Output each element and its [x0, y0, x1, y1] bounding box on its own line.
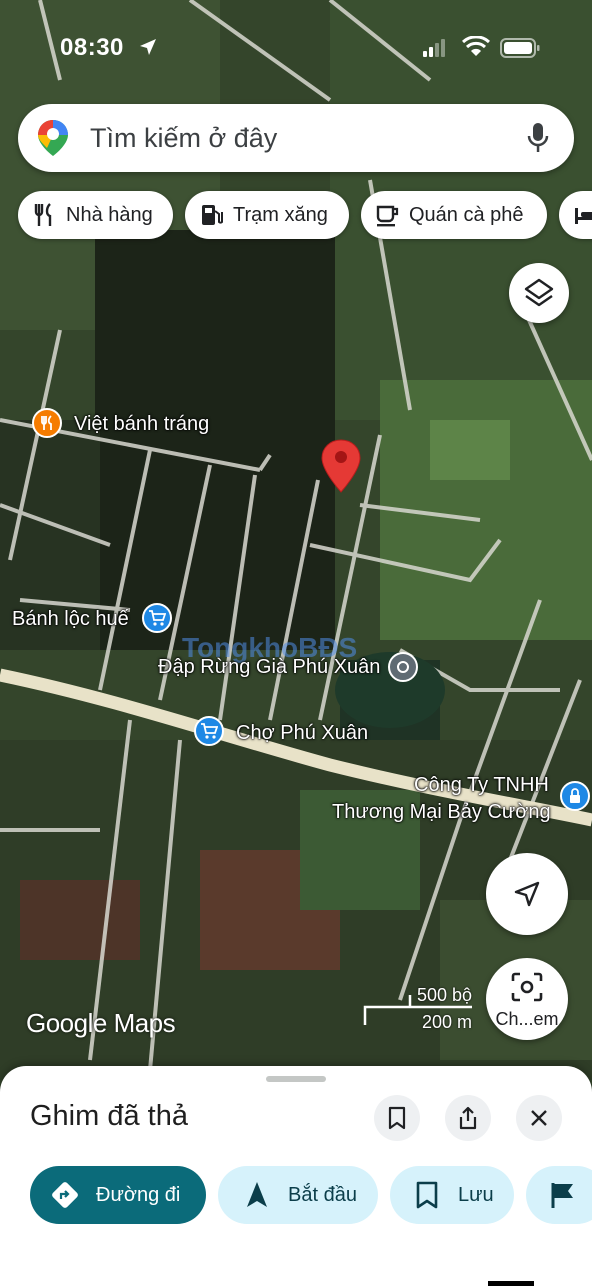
poi-label-cong-ty-line2[interactable]: Thương Mại Bảy Cường — [332, 801, 551, 824]
poi-label-banh-loc-hue[interactable]: Bánh lộc huế — [12, 608, 129, 631]
camera-lens-icon — [511, 972, 543, 1002]
shopping-cart-poi-icon[interactable] — [194, 716, 224, 746]
bookmark-icon — [388, 1106, 406, 1130]
directions-label: Đường đi — [96, 1183, 181, 1206]
chip-restaurants[interactable]: Nhà hàng — [18, 191, 173, 239]
save-action-button[interactable]: Lưu — [390, 1166, 514, 1224]
navigation-arrow-icon — [514, 881, 540, 907]
restaurant-poi-icon[interactable] — [32, 408, 62, 438]
sheet-title: Ghim đã thả — [30, 1100, 188, 1132]
cellular-signal-icon — [423, 39, 445, 57]
label-action-button[interactable] — [526, 1166, 592, 1224]
scale-metric: 200 m — [421, 1012, 472, 1032]
status-bar: 08:30 — [0, 0, 592, 96]
close-button[interactable] — [516, 1095, 562, 1141]
search-input[interactable]: Tìm kiếm ở đây — [90, 123, 277, 154]
landmark-poi-icon[interactable] — [388, 652, 418, 682]
lens-label: Ch...em — [495, 1009, 559, 1029]
flag-icon — [551, 1183, 573, 1208]
lens-button[interactable]: Ch...em — [486, 958, 568, 1040]
battery-icon — [500, 38, 540, 58]
search-bar[interactable]: Tìm kiếm ở đây — [18, 104, 574, 172]
shopping-cart-poi-icon[interactable] — [142, 603, 172, 633]
action-buttons: Đường đi Bắt đầu Lưu — [0, 1166, 592, 1224]
share-button[interactable] — [445, 1095, 491, 1141]
dropped-pin-icon[interactable] — [320, 438, 362, 494]
wifi-icon — [462, 36, 490, 56]
share-icon — [459, 1106, 477, 1130]
lock-poi-icon[interactable] — [560, 781, 590, 811]
bookmark-icon — [416, 1181, 438, 1209]
start-label: Bắt đầu — [288, 1183, 357, 1206]
microphone-icon[interactable] — [526, 122, 550, 154]
poi-label-viet-banh-trang[interactable]: Việt bánh tráng — [74, 413, 209, 436]
google-maps-attribution: Google Maps — [26, 1008, 176, 1038]
bottom-sheet: Ghim đã thả Đường đi Bắt đầu Lưu — [0, 1066, 592, 1286]
close-icon — [531, 1110, 547, 1126]
layers-button[interactable] — [509, 263, 569, 323]
scale-bar: 500 bộ 200 m — [362, 985, 476, 1032]
sheet-drag-handle[interactable] — [266, 1076, 326, 1082]
restaurant-icon — [34, 203, 52, 226]
layers-icon — [524, 278, 554, 307]
my-location-button[interactable] — [486, 853, 568, 935]
location-arrow-icon — [140, 39, 156, 55]
save-label: Lưu — [458, 1183, 494, 1206]
chip-label: Nhà hàng — [66, 203, 153, 226]
directions-icon — [52, 1182, 78, 1208]
google-maps-logo-icon — [38, 120, 68, 156]
chip-gas-stations[interactable]: Trạm xăng — [185, 191, 349, 239]
gas-station-icon — [202, 205, 223, 225]
poi-label-dap-rung-gia[interactable]: Đập Rừng Già Phú Xuân — [158, 656, 380, 679]
navigation-arrow-icon — [247, 1182, 267, 1207]
poi-label-cong-ty-line1[interactable]: Công Ty TNHH — [414, 774, 549, 797]
chip-coffee[interactable]: Quán cà phê — [361, 191, 547, 239]
coffee-icon — [376, 205, 399, 227]
chip-label: Quán cà phê — [409, 203, 524, 226]
home-indicator — [488, 1281, 534, 1286]
status-time: 08:30 — [60, 34, 124, 61]
hotel-icon — [575, 208, 592, 224]
category-chips: Nhà hàng Trạm xăng Quán cà phê — [18, 191, 592, 239]
scale-imperial: 500 bộ — [416, 985, 472, 1005]
start-button[interactable]: Bắt đầu — [218, 1166, 378, 1224]
save-button[interactable] — [374, 1095, 420, 1141]
poi-label-cho-phu-xuan[interactable]: Chợ Phú Xuân — [236, 722, 368, 745]
chip-label: Trạm xăng — [233, 203, 328, 226]
chip-hotels[interactable] — [559, 191, 592, 239]
directions-button[interactable]: Đường đi — [30, 1166, 206, 1224]
